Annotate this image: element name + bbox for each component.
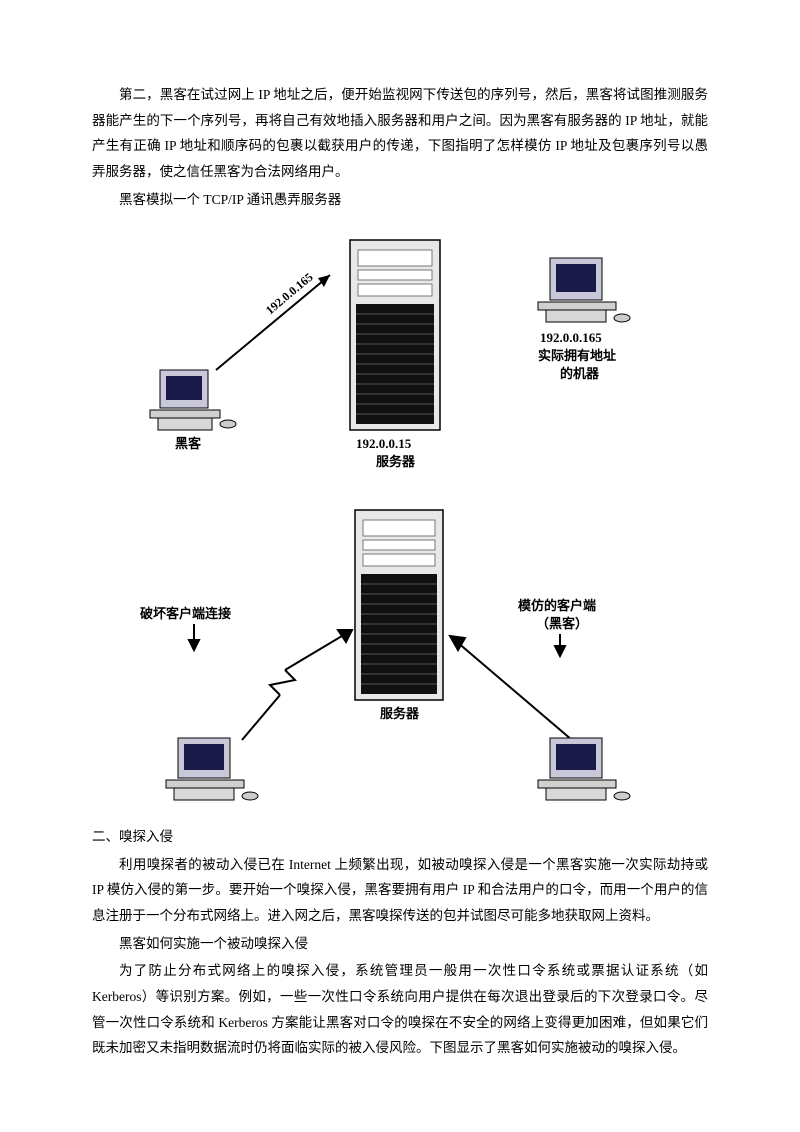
document-page: 第二，黑客在试过网上 IP 地址之后，便开始监视网下传送包的序列号，然后，黑客将… bbox=[0, 0, 800, 1132]
diagram-tcpip-spoof: 黑客 192.0.0.165 bbox=[120, 220, 680, 480]
real-computer-icon bbox=[538, 258, 630, 322]
server-icon-2 bbox=[355, 510, 443, 700]
client-right-icon bbox=[538, 738, 630, 800]
broken-connection-arrow bbox=[189, 624, 352, 740]
section-2-p3: 为了防止分布式网络上的嗅探入侵，系统管理员一般用一次性口令系统或票据认证系统（如… bbox=[92, 958, 708, 1061]
fake-client-label-2: （黑客） bbox=[536, 616, 588, 631]
server-label: 服务器 bbox=[376, 454, 416, 469]
fake-client-arrow bbox=[450, 634, 572, 740]
server-icon bbox=[350, 240, 440, 430]
section-2-p2: 黑客如何实施一个被动嗅探入侵 bbox=[92, 931, 708, 957]
client-left-icon bbox=[166, 738, 258, 800]
hacker-label: 黑客 bbox=[175, 436, 202, 451]
diagram-hijack: 服务器 破坏客户端连接 模仿的客户端 （黑客） bbox=[120, 500, 680, 820]
server-label-2: 服务器 bbox=[380, 706, 420, 721]
section-2-heading: 二、嗅探入侵 bbox=[92, 824, 708, 850]
broken-client-label: 破坏客户端连接 bbox=[140, 606, 231, 621]
real-label-2: 的机器 bbox=[560, 366, 600, 381]
fake-client-label-1: 模仿的客户端 bbox=[518, 598, 596, 613]
hacker-computer-icon bbox=[150, 370, 236, 430]
real-ip-label: 192.0.0.165 bbox=[540, 330, 602, 345]
section-2-p1: 利用嗅探者的被动入侵已在 Internet 上频繁出现，如被动嗅探入侵是一个黑客… bbox=[92, 852, 708, 929]
intro-paragraph-2: 黑客模拟一个 TCP/IP 通讯愚弄服务器 bbox=[92, 187, 708, 213]
real-label-1: 实际拥有地址 bbox=[538, 348, 616, 363]
intro-paragraph-1: 第二，黑客在试过网上 IP 地址之后，便开始监视网下传送包的序列号，然后，黑客将… bbox=[92, 82, 708, 185]
spoof-arrow: 192.0.0.165 bbox=[216, 270, 330, 370]
server-ip-label: 192.0.0.15 bbox=[356, 436, 412, 451]
